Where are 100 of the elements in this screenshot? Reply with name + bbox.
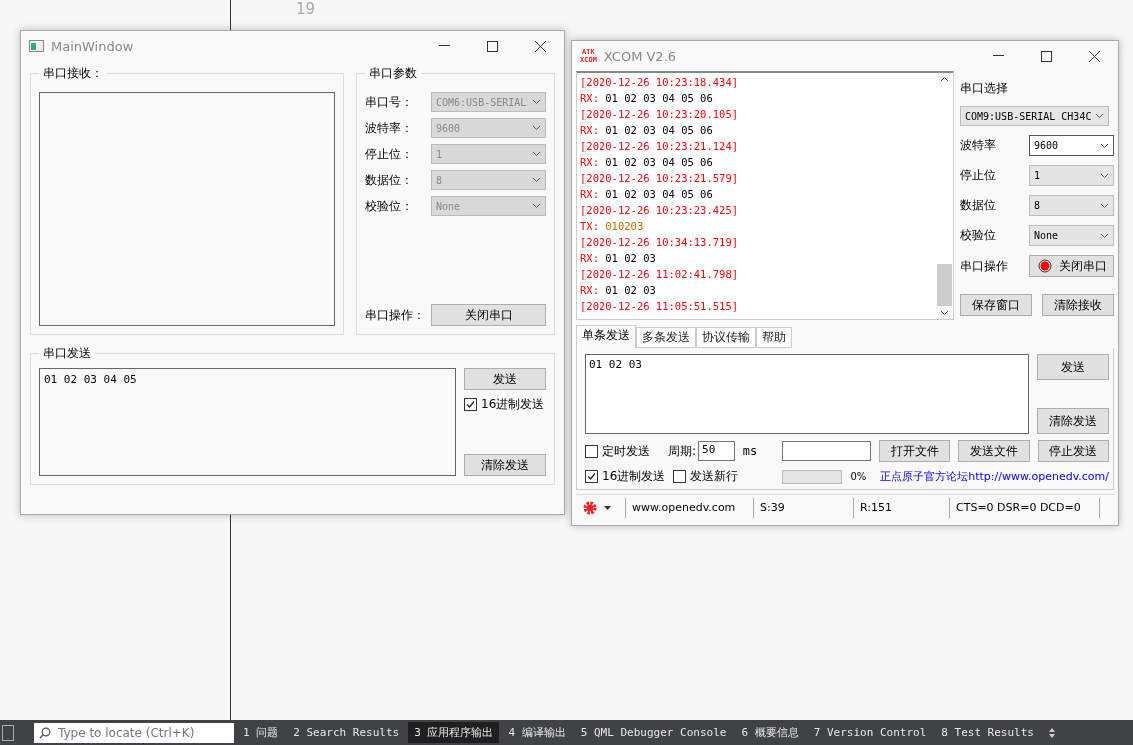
chevron-down-icon — [1095, 113, 1104, 119]
tab[interactable]: 多条发送 — [636, 327, 696, 348]
dropdown[interactable]: 9600 — [1029, 135, 1114, 156]
sort-icon[interactable] — [1048, 726, 1056, 739]
send-button[interactable]: 发送 — [464, 368, 546, 390]
window-title: XCOM V2.6 — [603, 48, 678, 64]
field-label: 串口选择 — [960, 80, 1009, 97]
send-button[interactable]: 发送 — [1037, 354, 1109, 380]
log-line: [2020-12-26 10:23:21.124] — [580, 139, 740, 154]
log-line: [2020-12-26 10:34:13.719] — [580, 235, 740, 250]
close-icon[interactable] — [534, 40, 546, 52]
status-sent: S:39 — [754, 497, 854, 518]
checkbox-label: 定时发送 — [602, 442, 650, 460]
line-number: 19 — [295, 0, 316, 20]
field-label: 波特率： — [365, 119, 414, 137]
field-label: 串口操作： — [365, 306, 426, 324]
field-label: 串口操作 — [960, 257, 1008, 275]
send-input[interactable]: 01 02 03 — [585, 354, 1029, 434]
output-tab[interactable]: 8 Test Results — [935, 723, 1040, 742]
clear-send-button[interactable]: 清除发送 — [464, 454, 546, 476]
group-title: 串口参数 — [368, 65, 418, 82]
maximize-icon[interactable] — [486, 40, 498, 52]
field-label: 串口号： — [365, 93, 414, 111]
status-lines: CTS=0 DSR=0 DCD=0 — [950, 497, 1100, 518]
output-tab[interactable]: 3 应用程序输出 — [408, 722, 500, 743]
log-line: RX: 01 02 03 — [580, 283, 657, 298]
log-line: TX: 010203 — [580, 219, 645, 234]
caret-icon[interactable] — [604, 505, 611, 510]
progress-reading: 0% — [850, 471, 867, 482]
log-line: [2020-12-26 11:05:51.515] — [580, 299, 740, 314]
send-input[interactable]: 01 02 03 04 05 — [39, 368, 456, 476]
checkbox[interactable] — [585, 470, 598, 483]
status-site: www.openedv.com — [626, 497, 754, 518]
log-line: [2020-12-26 10:23:23.425] — [580, 203, 740, 218]
close-port-button[interactable]: 关闭串口 — [431, 304, 546, 326]
checkbox-label: 16进制发送 — [481, 396, 545, 413]
clear-send-button[interactable]: 清除发送 — [1037, 408, 1109, 434]
chevron-down-icon — [532, 99, 541, 105]
locate-field[interactable]: Type to locate (Ctrl+K) — [34, 722, 234, 743]
file-path-input[interactable] — [782, 441, 872, 461]
output-tab[interactable]: 5 QML Debugger Console — [574, 723, 733, 742]
open-file-button[interactable]: 打开文件 — [879, 440, 951, 462]
output-tab[interactable]: 4 编译输出 — [502, 722, 572, 743]
log-line: RX: 01 02 03 04 05 06 — [580, 123, 714, 138]
minimize-icon[interactable] — [438, 45, 450, 47]
checkbox[interactable] — [464, 398, 477, 411]
sidebar-toggle[interactable] — [2, 724, 14, 741]
close-icon[interactable] — [1088, 50, 1100, 62]
output-tab[interactable]: 7 Version Control — [807, 723, 933, 742]
group-title: 串口发送 — [42, 345, 92, 362]
field-label: 校验位 — [960, 227, 996, 244]
log-line: [2020-12-26 10:23:20.105] — [580, 107, 740, 122]
field-label: 校验位： — [365, 197, 414, 215]
field-label: 波特率 — [960, 137, 996, 154]
forum-link[interactable]: 正点原子官方论坛http://www.openedv.com/ — [880, 469, 1109, 484]
tab[interactable]: 单条发送 — [576, 325, 636, 348]
checkbox[interactable] — [585, 444, 598, 458]
port-dropdown[interactable]: COM9:USB-SERIAL CH34C — [960, 106, 1109, 126]
minimize-icon[interactable] — [992, 55, 1004, 57]
output-tab[interactable]: 2 Search Results — [287, 723, 406, 742]
close-port-button[interactable]: 关闭串口 — [1029, 255, 1114, 277]
tab[interactable]: 协议传输 — [696, 327, 756, 348]
app-icon — [29, 40, 44, 52]
stop-send-button[interactable]: 停止发送 — [1037, 440, 1109, 462]
chevron-down-icon — [1100, 202, 1109, 209]
search-icon — [39, 726, 51, 739]
log-line: RX: 01 02 03 04 05 06 — [580, 187, 714, 202]
indicator-icon — [1036, 258, 1053, 274]
maximize-icon[interactable] — [1040, 50, 1052, 62]
log-line: RX: 01 02 03 04 05 06 — [580, 155, 714, 170]
group-title: 串口接收： — [42, 65, 104, 82]
chevron-down-icon — [1100, 232, 1109, 239]
tab[interactable]: 帮助 — [756, 327, 792, 348]
chevron-down-icon — [1100, 172, 1109, 179]
log-line: [2020-12-26 10:23:18.434] — [580, 75, 740, 90]
period-input[interactable]: 50 — [698, 441, 735, 461]
field-label: 数据位 — [960, 197, 996, 214]
chevron-down-icon — [532, 177, 541, 183]
chevron-down-icon — [532, 151, 541, 157]
scroll-down-icon[interactable] — [940, 310, 949, 316]
scrollbar-thumb[interactable] — [937, 264, 952, 306]
save-window-button[interactable]: 保存窗口 — [960, 294, 1032, 316]
scroll-up-icon[interactable] — [940, 76, 949, 82]
dropdown[interactable]: None — [1029, 225, 1114, 246]
checkbox[interactable] — [673, 470, 687, 483]
send-file-button[interactable]: 发送文件 — [958, 440, 1030, 462]
checkbox-label: 16进制发送 — [602, 468, 666, 485]
field-label: 周期: — [668, 442, 697, 460]
chevron-down-icon — [532, 125, 541, 131]
log-line: [2020-12-26 11:02:41.798] — [580, 267, 740, 282]
chevron-down-icon — [1100, 142, 1109, 149]
log-line: [2020-12-26 10:23:21.579] — [580, 171, 740, 186]
dropdown[interactable]: 1 — [1029, 165, 1114, 186]
output-tab[interactable]: 6 概要信息 — [735, 722, 805, 743]
gear-icon[interactable] — [582, 499, 598, 516]
dropdown[interactable]: 8 — [1029, 195, 1114, 216]
output-tab[interactable]: 1 问题 — [237, 722, 285, 743]
clear-receive-button[interactable]: 清除接收 — [1042, 294, 1114, 316]
chevron-down-icon — [532, 203, 541, 209]
checkbox-label: 发送新行 — [690, 468, 739, 485]
